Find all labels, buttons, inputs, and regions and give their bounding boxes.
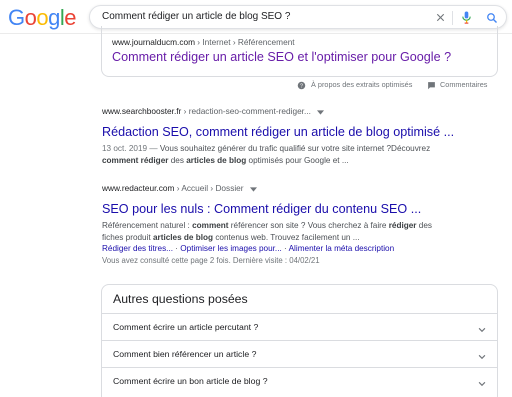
featured-snippet-card: www.journalducm.com › Internet › Référen…: [101, 26, 498, 77]
snippet-text: contenus web. Trouvez facilement un ...: [213, 232, 360, 242]
result-cite: www.searchbooster.fr › redaction-seo-com…: [102, 106, 502, 117]
snippet-text: Vous souhaitez générer du trafic qualifi…: [159, 143, 431, 153]
google-logo[interactable]: Google: [8, 5, 77, 31]
date-separator: —: [147, 143, 160, 153]
snippet-bold: rédiger: [388, 220, 417, 230]
snippet-bold: comment rédiger: [102, 155, 169, 165]
result-snippet: 13 oct. 2019 — Vous souhaitez générer du…: [102, 143, 502, 167]
logo-letter: g: [48, 5, 60, 30]
snippet-text: référencer son site ? Vous cherchez à fa…: [228, 220, 389, 230]
cite-site: www.searchbooster.fr: [102, 106, 182, 116]
paa-question[interactable]: Comment écrire un article percutant ?: [102, 313, 497, 340]
snippet-text: fiches produit: [102, 232, 153, 242]
snippet-text: des: [168, 155, 187, 165]
logo-letter: o: [24, 5, 37, 30]
clear-icon[interactable]: [432, 9, 449, 26]
result-cite: www.redacteur.com › Accueil › Dossier: [102, 183, 502, 194]
snippet-text: optimisés pour Google et ...: [246, 155, 349, 165]
paa-question[interactable]: Comment écrire un bon article de blog ?: [102, 367, 497, 394]
featured-result-title[interactable]: Comment rédiger un article SEO et l'opti…: [112, 50, 451, 64]
cite-breadcrumb: › Accueil › Dossier: [174, 183, 244, 193]
cite-breadcrumb: › redaction-seo-comment-rediger...: [181, 106, 311, 116]
snippet-bold: comment: [192, 220, 229, 230]
chevron-down-icon[interactable]: [477, 349, 487, 360]
sitelink[interactable]: Rédiger des titres...: [102, 244, 173, 253]
sitelinks: Rédiger des titres... · Optimiser les im…: [102, 243, 395, 253]
chevron-down-icon[interactable]: [477, 322, 487, 333]
result-snippet: Référencement naturel : comment référenc…: [102, 220, 502, 244]
search-icon[interactable]: [483, 9, 500, 26]
result-date: 13 oct. 2019: [102, 143, 148, 153]
paa-question[interactable]: Comment bien référencer un article ?: [102, 340, 497, 367]
snippet-actions: ? À propos des extraits optimisés Commen…: [0, 80, 512, 92]
cite-site: www.redacteur.com: [102, 183, 175, 193]
result-menu-icon[interactable]: [249, 184, 257, 194]
people-also-ask: Autres questions posées Comment écrire u…: [101, 284, 498, 397]
search-input[interactable]: [102, 11, 422, 22]
search-result: www.redacteur.com › Accueil › Dossier SE…: [102, 183, 502, 265]
search-divider: [452, 11, 453, 25]
cite-breadcrumb: › Internet › Référencement: [195, 37, 295, 47]
sitelink[interactable]: Optimiser les images pour...: [180, 244, 281, 253]
sitelink[interactable]: Alimenter la méta description: [289, 244, 395, 253]
search-result: www.searchbooster.fr › redaction-seo-com…: [102, 106, 502, 167]
paa-title: Autres questions posées: [113, 292, 248, 306]
logo-letter: G: [8, 5, 25, 30]
logo-letter: e: [64, 5, 77, 30]
svg-text:?: ?: [300, 83, 303, 89]
paa-question-text: Comment bien référencer un article ?: [113, 349, 257, 359]
help-icon[interactable]: ?: [297, 81, 306, 92]
snippet-bold: articles de blog: [152, 232, 214, 242]
result-cite: www.journalducm.com › Internet › Référen…: [112, 37, 295, 47]
result-menu-icon[interactable]: [317, 107, 325, 117]
microphone-icon[interactable]: [458, 9, 475, 26]
feedback-icon[interactable]: [427, 81, 436, 92]
logo-letter: o: [36, 5, 49, 30]
chevron-down-icon[interactable]: [477, 376, 487, 387]
paa-question-text: Comment écrire un article percutant ?: [113, 322, 259, 332]
visit-history-note: Vous avez consulté cette page 2 fois. De…: [102, 255, 320, 265]
cite-site: www.journalducm.com: [112, 37, 195, 47]
snippet-text: des: [416, 220, 432, 230]
paa-question-text: Comment écrire un bon article de blog ?: [113, 376, 268, 386]
snippet-text: Référencement naturel :: [102, 220, 193, 230]
snippet-bold: articles de blog: [186, 155, 247, 165]
feedback-link[interactable]: Commentaires: [440, 80, 487, 89]
about-snippets-link[interactable]: À propos des extraits optimisés: [311, 80, 412, 89]
result-title[interactable]: SEO pour les nuls : Comment rédiger du c…: [102, 202, 421, 216]
result-title[interactable]: Rédaction SEO, comment rédiger un articl…: [102, 125, 454, 139]
